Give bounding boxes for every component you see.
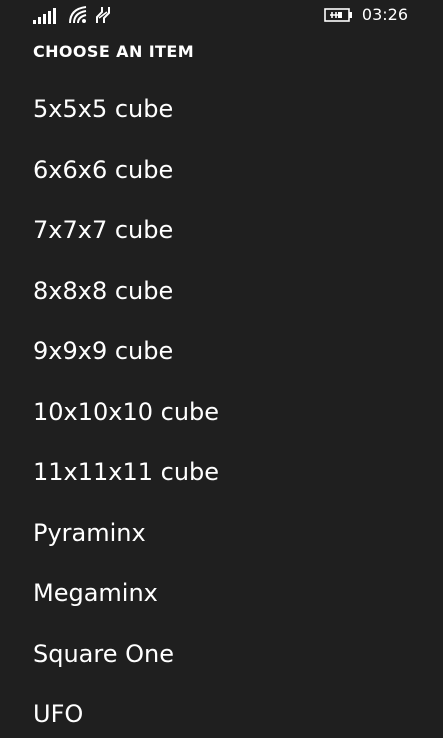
battery-charging-icon [324, 8, 352, 22]
item-list: 5x5x5 cube 6x6x6 cube 7x7x7 cube 8x8x8 c… [33, 92, 219, 738]
list-item-megaminx[interactable]: Megaminx [33, 576, 219, 637]
clock: 03:26 [361, 5, 408, 24]
list-item-6x6x6-cube[interactable]: 6x6x6 cube [33, 153, 219, 214]
status-bar: 03:26 [0, 0, 443, 32]
wifi-icon [69, 6, 87, 24]
list-item-7x7x7-cube[interactable]: 7x7x7 cube [33, 213, 219, 274]
list-item-10x10x10-cube[interactable]: 10x10x10 cube [33, 395, 219, 456]
signal-strength-icon [33, 8, 56, 24]
picker-title: CHOOSE AN ITEM [33, 42, 195, 61]
list-item-8x8x8-cube[interactable]: 8x8x8 cube [33, 274, 219, 335]
list-item-pyraminx[interactable]: Pyraminx [33, 516, 219, 577]
list-item-9x9x9-cube[interactable]: 9x9x9 cube [33, 334, 219, 395]
list-item-11x11x11-cube[interactable]: 11x11x11 cube [33, 455, 219, 516]
list-item-ufo[interactable]: UFO [33, 697, 219, 738]
status-indicators [33, 6, 111, 24]
data-connection-icon [96, 7, 110, 23]
list-item-5x5x5-cube[interactable]: 5x5x5 cube [33, 92, 219, 153]
status-right: 03:26 [324, 5, 408, 25]
list-item-square-one[interactable]: Square One [33, 637, 219, 698]
